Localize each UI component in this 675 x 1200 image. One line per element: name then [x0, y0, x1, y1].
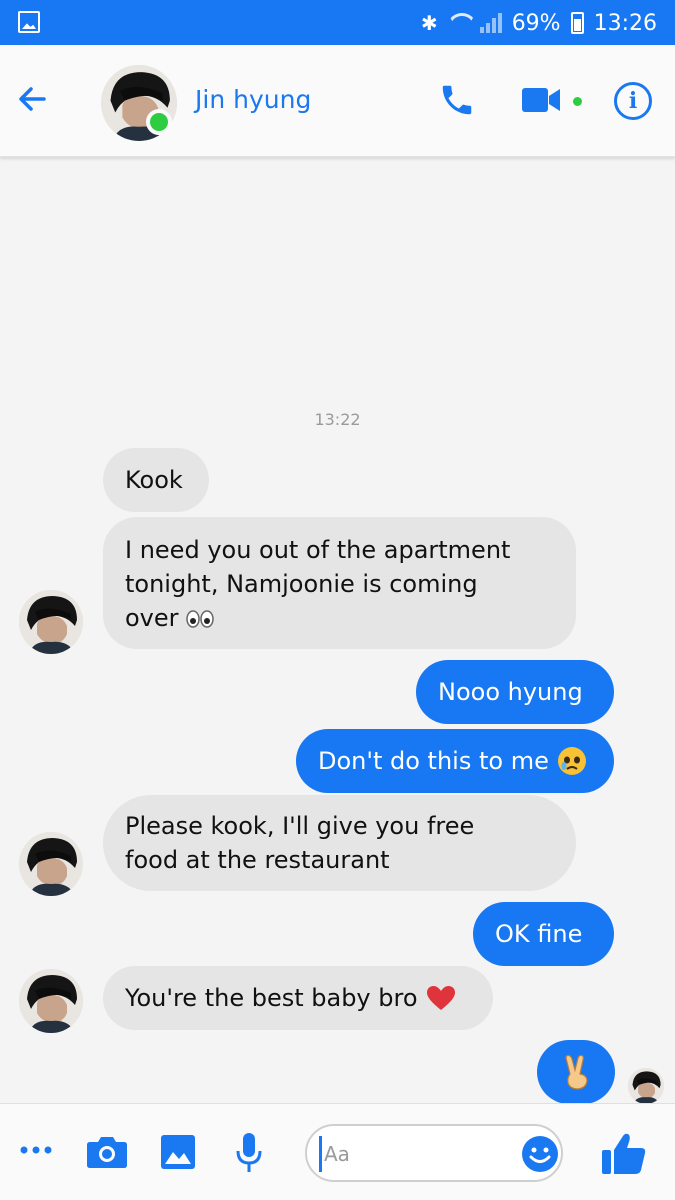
message-text: Nooo hyung: [438, 678, 583, 706]
message-input[interactable]: [319, 1136, 509, 1172]
status-bar: ✱ 69% 13:26: [0, 0, 675, 45]
outgoing-message[interactable]: Don't do this to me: [296, 729, 614, 793]
outgoing-message[interactable]: [537, 1040, 615, 1104]
conversation-header: Jin hyung i: [0, 45, 675, 157]
online-status-indicator: [146, 109, 172, 135]
camera-icon[interactable]: [86, 1135, 128, 1169]
back-arrow-icon[interactable]: [14, 81, 50, 117]
smiley-icon[interactable]: [521, 1135, 559, 1173]
message-text-line: tonight, Namjoonie is coming: [125, 570, 478, 598]
phone-icon[interactable]: [438, 81, 476, 119]
incoming-message[interactable]: I need you out of the apartment tonight,…: [103, 517, 576, 649]
outgoing-message[interactable]: Nooo hyung: [416, 660, 614, 724]
gallery-notification-icon: [18, 11, 40, 33]
signal-icon: [479, 13, 502, 33]
message-text-line: I need you out of the apartment: [125, 536, 511, 564]
victory-hand-emoji: [565, 1054, 588, 1090]
message-text: Don't do this to me: [318, 747, 549, 775]
message-text: Kook: [125, 466, 183, 494]
contact-name[interactable]: Jin hyung: [195, 85, 311, 114]
message-input-container[interactable]: [305, 1124, 563, 1182]
message-text-line: Please kook, I'll give you free: [125, 812, 475, 840]
battery-icon: [570, 12, 584, 34]
wifi-icon: [448, 13, 470, 33]
gallery-icon[interactable]: [160, 1134, 196, 1170]
incoming-message[interactable]: Kook: [103, 448, 209, 512]
red-heart-emoji: [426, 986, 455, 1010]
status-icons: ✱ 69% 13:26: [421, 6, 657, 40]
incoming-message[interactable]: Please kook, I'll give you free food at …: [103, 795, 576, 891]
microphone-icon[interactable]: [234, 1132, 264, 1174]
video-camera-icon[interactable]: [522, 87, 562, 113]
crying-face-emoji: [557, 747, 586, 775]
info-icon[interactable]: i: [614, 82, 652, 120]
conversation-timestamp: 13:22: [314, 410, 361, 429]
message-composer: [0, 1103, 675, 1200]
video-online-dot: [573, 97, 582, 106]
more-icon[interactable]: [20, 1144, 52, 1156]
message-text-line: over: [125, 604, 179, 632]
message-text-line: food at the restaurant: [125, 846, 390, 874]
battery-percent: 69%: [511, 10, 561, 36]
clock: 13:26: [593, 10, 657, 36]
contact-avatar-small[interactable]: [19, 590, 83, 654]
contact-avatar-small[interactable]: [19, 832, 83, 896]
message-text: OK fine: [495, 920, 583, 948]
eyes-emoji: [185, 610, 214, 628]
message-text: You're the best baby bro: [125, 984, 418, 1012]
contact-avatar-small[interactable]: [19, 969, 83, 1033]
thumbs-up-icon[interactable]: [601, 1132, 647, 1176]
incoming-message[interactable]: You're the best baby bro: [103, 966, 493, 1030]
bluetooth-icon: ✱: [420, 11, 438, 35]
outgoing-message[interactable]: OK fine: [473, 902, 614, 966]
seen-receipt-avatar: [628, 1068, 664, 1104]
